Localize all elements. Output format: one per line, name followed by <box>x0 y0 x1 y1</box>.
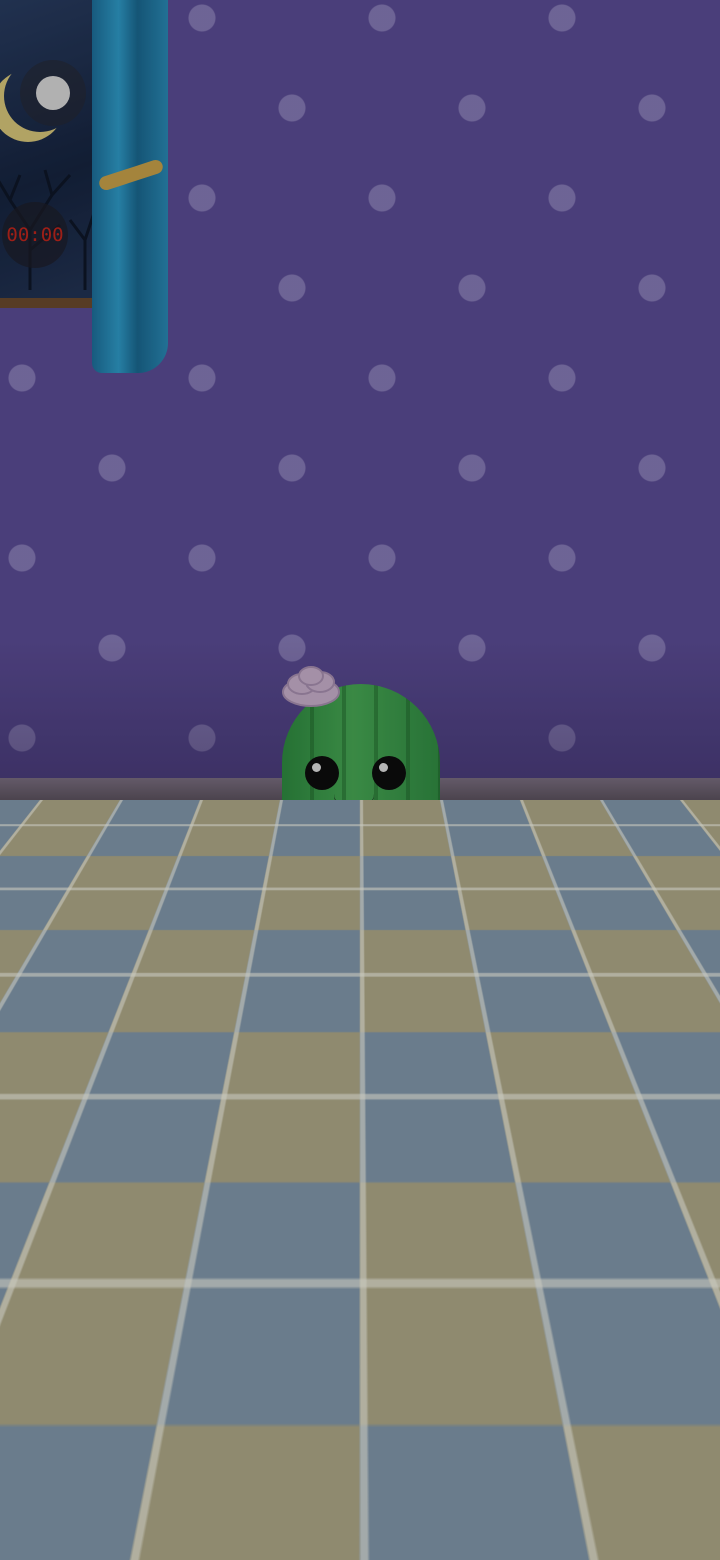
music-note-icon <box>44 1116 118 1189</box>
bottom-nav <box>0 1420 720 1560</box>
sofa-icon <box>46 1471 112 1519</box>
nav-kitchen-button[interactable] <box>161 1430 279 1546</box>
button-gloss <box>104 1104 126 1118</box>
nav-bedroom-button[interactable] <box>581 1430 699 1546</box>
cactus-pet[interactable] <box>282 684 440 1050</box>
food-bowl-icon <box>184 1461 256 1519</box>
bed-icon <box>605 1463 675 1519</box>
music-button[interactable] <box>16 1090 144 1218</box>
bathtub-icon <box>465 1455 535 1523</box>
cactus-left-eye <box>305 756 339 790</box>
recording-timer: 00:00 <box>2 202 68 268</box>
cactus-right-eye <box>372 756 406 790</box>
gamepad-icon <box>325 1471 395 1510</box>
nav-games-button[interactable] <box>301 1430 419 1546</box>
record-button[interactable] <box>20 60 86 126</box>
record-dot-icon <box>36 76 70 110</box>
flower-icon <box>282 666 340 707</box>
nav-bathroom-button[interactable] <box>441 1430 559 1546</box>
nav-living-room-button[interactable] <box>20 1430 138 1546</box>
